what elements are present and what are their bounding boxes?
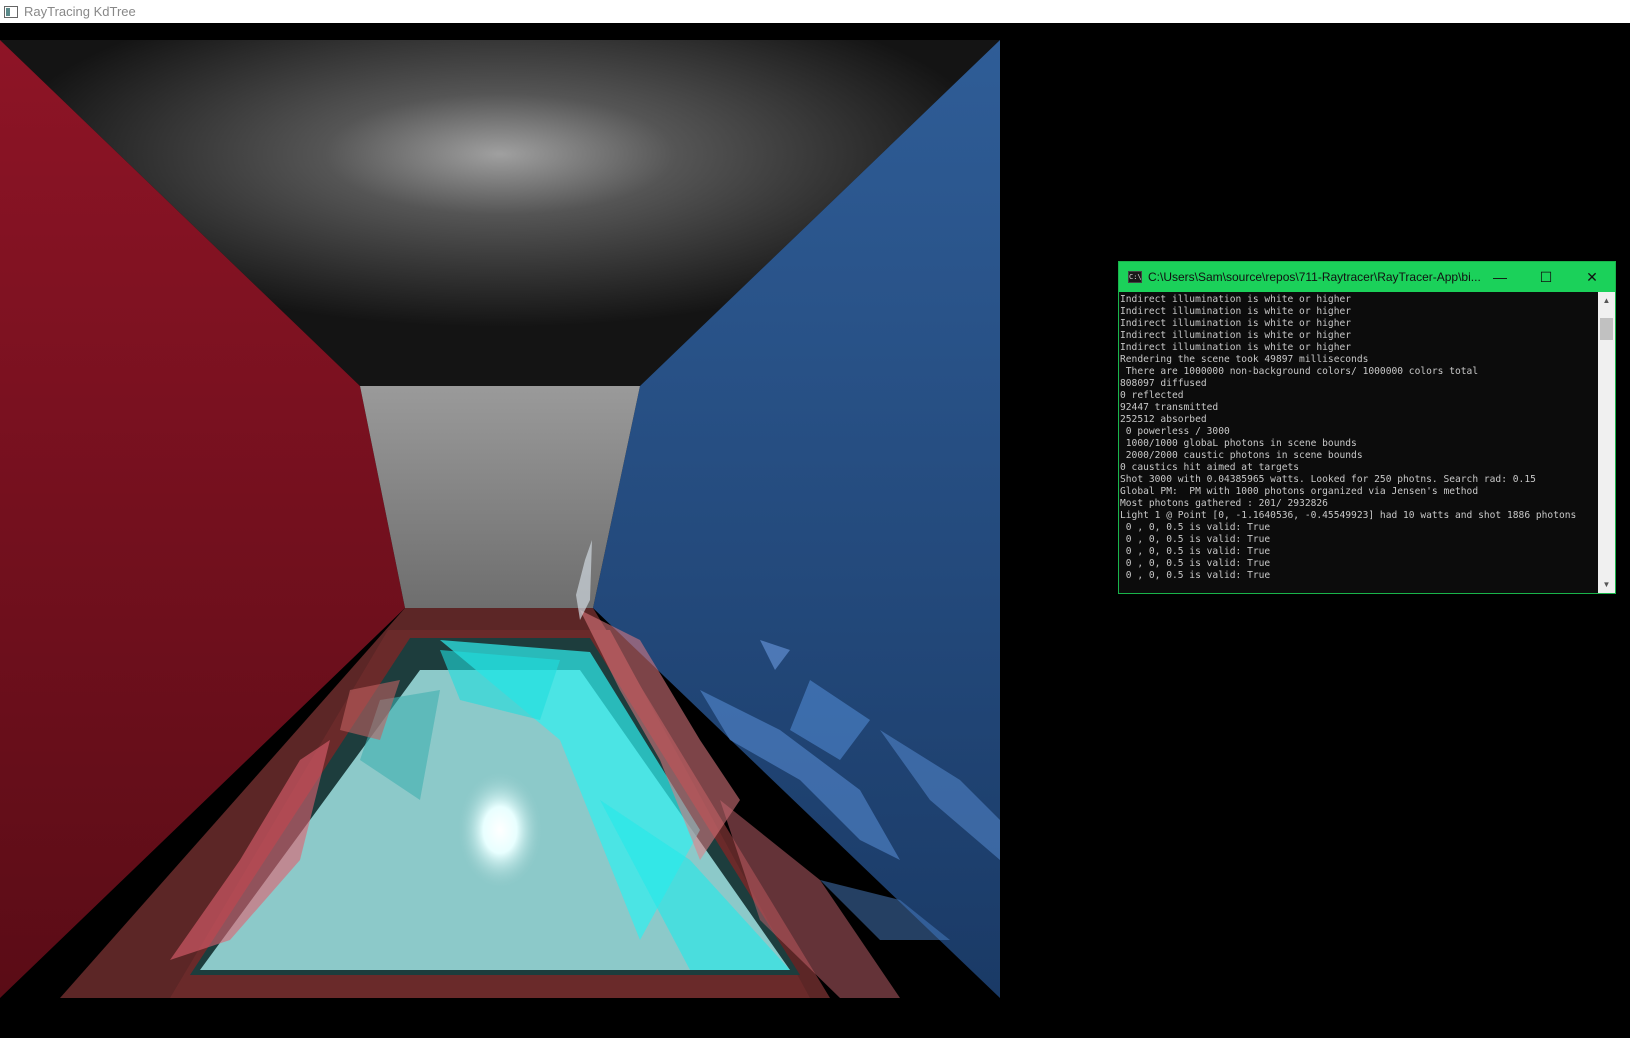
- scrollbar-thumb[interactable]: [1600, 318, 1613, 340]
- console-scrollbar[interactable]: ▲ ▼: [1598, 292, 1615, 593]
- light-reflection: [458, 772, 542, 888]
- console-line: 0 caustics hit aimed at targets: [1120, 462, 1300, 473]
- back-wall: [360, 386, 640, 608]
- console-line: Rendering the scene took 49897 milliseco…: [1120, 354, 1369, 365]
- console-line: 2000/2000 caustic photons in scene bound…: [1120, 450, 1363, 461]
- console-line: 92447 transmitted: [1120, 402, 1219, 413]
- scroll-down-icon[interactable]: ▼: [1598, 576, 1615, 593]
- console-line: Shot 3000 with 0.04385965 watts. Looked …: [1120, 474, 1536, 485]
- console-line: Most photons gathered : 201/ 2932826: [1120, 498, 1328, 509]
- app-title-bar[interactable]: RayTracing KdTree: [0, 0, 1630, 23]
- scroll-up-icon[interactable]: ▲: [1598, 292, 1615, 309]
- console-line: 0 , 0, 0.5 is valid: True: [1120, 570, 1271, 581]
- console-line: Light 1 @ Point [0, -1.1640536, -0.45549…: [1120, 510, 1577, 521]
- console-window[interactable]: C:\ C:\Users\Sam\source\repos\711-Raytra…: [1118, 261, 1616, 594]
- app-window-icon: [4, 5, 18, 18]
- console-line: 1000/1000 globaL photons in scene bounds: [1120, 438, 1357, 449]
- console-line: Indirect illumination is white or higher: [1120, 294, 1352, 305]
- cornell-box-scene: [0, 40, 1000, 998]
- console-line: There are 1000000 non-background colors/…: [1120, 366, 1479, 377]
- console-line: 0 , 0, 0.5 is valid: True: [1120, 546, 1271, 557]
- console-line: Indirect illumination is white or higher: [1120, 306, 1352, 317]
- console-line: 0 reflected: [1120, 390, 1184, 401]
- console-title-bar[interactable]: C:\ C:\Users\Sam\source\repos\711-Raytra…: [1119, 262, 1615, 292]
- maximize-button[interactable]: ☐: [1523, 262, 1569, 292]
- close-button[interactable]: ✕: [1569, 262, 1615, 292]
- console-title: C:\Users\Sam\source\repos\711-Raytracer\…: [1148, 270, 1481, 284]
- cmd-icon: C:\: [1128, 271, 1142, 283]
- console-line: Indirect illumination is white or higher: [1120, 342, 1352, 353]
- console-output[interactable]: Indirect illumination is white or higher…: [1119, 292, 1600, 593]
- console-line: 0 , 0, 0.5 is valid: True: [1120, 534, 1271, 545]
- console-line: Indirect illumination is white or higher: [1120, 330, 1352, 341]
- console-line: 808097 diffused: [1120, 378, 1207, 389]
- console-line: 0 , 0, 0.5 is valid: True: [1120, 558, 1271, 569]
- console-line: 0 powerless / 3000: [1120, 426, 1230, 437]
- raytraced-render-canvas: [0, 40, 1000, 1038]
- console-line: 0 , 0, 0.5 is valid: True: [1120, 522, 1271, 533]
- app-title: RayTracing KdTree: [24, 4, 136, 19]
- console-line: 252512 absorbed: [1120, 414, 1207, 425]
- console-line: Global PM: PM with 1000 photons organize…: [1120, 486, 1479, 497]
- minimize-button[interactable]: —: [1477, 262, 1523, 292]
- console-line: Indirect illumination is white or higher: [1120, 318, 1352, 329]
